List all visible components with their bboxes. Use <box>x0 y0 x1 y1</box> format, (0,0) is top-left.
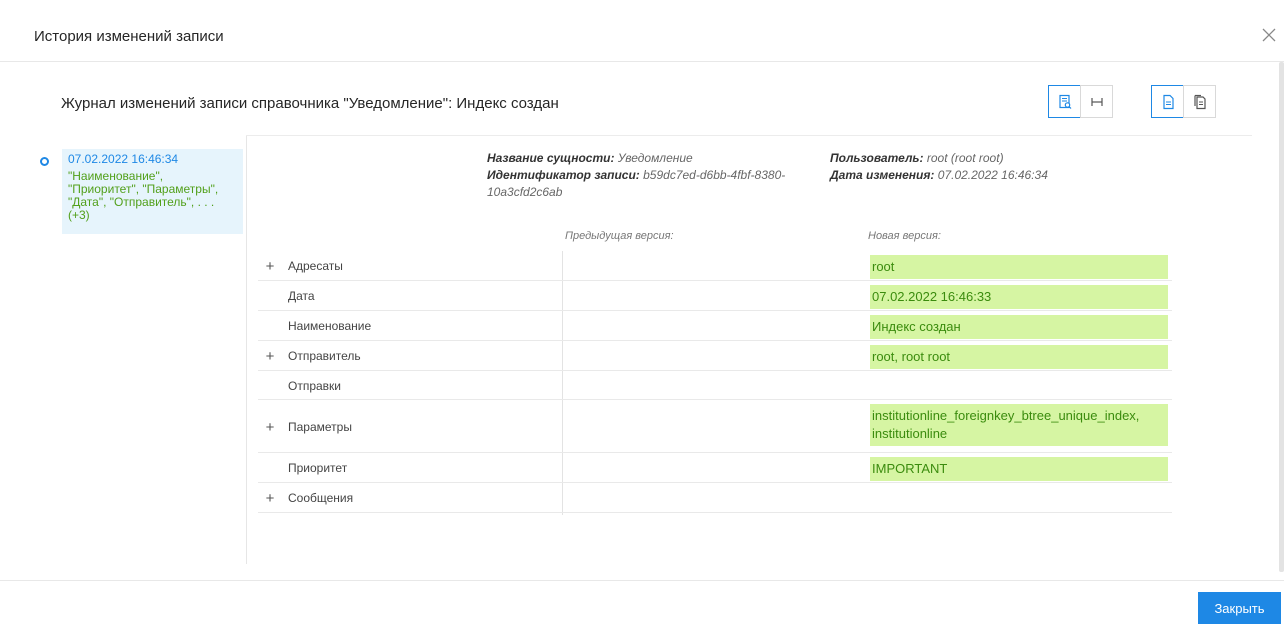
expand-icon[interactable]: + <box>263 259 277 274</box>
timeline-fields: "Наименование", "Приоритет", "Параметры"… <box>68 169 219 222</box>
entity-value: Уведомление <box>614 151 693 165</box>
new-value: Индекс создан <box>870 315 1168 339</box>
column-header-new: Новая версия: <box>868 230 941 242</box>
field-label: Параметры <box>288 419 352 434</box>
table-row: + Сообщения <box>258 483 1172 513</box>
field-label: Наименование <box>288 319 372 333</box>
dialog-footer: Закрыть <box>0 580 1284 624</box>
user-value: root (root root) <box>923 151 1004 165</box>
table-row: Отправки <box>258 371 1172 400</box>
entity-label: Название сущности: <box>487 151 615 165</box>
timeline-dot-icon <box>40 157 49 166</box>
new-value: IMPORTANT <box>870 457 1168 481</box>
scrollbar[interactable] <box>1279 62 1284 572</box>
close-button[interactable]: Закрыть <box>1198 592 1281 624</box>
dialog-title: История изменений записи <box>34 28 224 45</box>
table-row: + Отправитель root, root root <box>258 341 1172 371</box>
field-label: Дата <box>288 289 315 303</box>
compare-mode-toolbar <box>1151 85 1216 118</box>
divider <box>246 136 247 564</box>
new-value: institutionline_foreignkey_btree_unique_… <box>870 404 1168 446</box>
history-dialog: История изменений записи Журнал изменени… <box>0 0 1284 624</box>
document-search-icon[interactable] <box>1048 85 1081 118</box>
record-id-label: Идентификатор записи: <box>487 168 640 182</box>
column-header-previous: Предыдущая версия: <box>565 230 674 242</box>
close-icon[interactable] <box>1259 25 1279 45</box>
field-label: Отправитель <box>288 349 361 363</box>
timeline-date: 07.02.2022 16:46:34 <box>68 152 179 166</box>
view-mode-toolbar <box>1048 85 1113 118</box>
expand-icon[interactable]: + <box>263 491 277 506</box>
document-text-icon[interactable] <box>1151 85 1184 118</box>
record-meta-left: Название сущности: Уведомление Идентифик… <box>487 150 832 201</box>
expand-icon[interactable]: + <box>263 349 277 364</box>
divider <box>246 135 1252 136</box>
journal-title: Журнал изменений записи справочника "Уве… <box>61 95 559 112</box>
table-row: Дата 07.02.2022 16:46:33 <box>258 281 1172 311</box>
new-value: root, root root <box>870 345 1168 369</box>
table-row: + Адресаты root <box>258 251 1172 281</box>
column-width-icon[interactable] <box>1080 85 1113 118</box>
field-label: Отправки <box>288 378 342 393</box>
changed-value: 07.02.2022 16:46:34 <box>934 168 1048 182</box>
record-meta-right: Пользователь: root (root root) Дата изме… <box>830 150 1130 184</box>
dialog-body: Журнал изменений записи справочника "Уве… <box>0 62 1284 580</box>
table-row: Приоритет IMPORTANT <box>258 453 1172 483</box>
timeline-item[interactable]: 07.02.2022 16:46:34 "Наименование", "При… <box>62 149 243 234</box>
documents-compare-icon[interactable] <box>1183 85 1216 118</box>
field-label: Сообщения <box>288 491 354 505</box>
table-row: Наименование Индекс создан <box>258 311 1172 341</box>
expand-icon[interactable]: + <box>263 420 277 435</box>
changed-label: Дата изменения: <box>830 168 935 182</box>
field-label: Адресаты <box>288 259 343 273</box>
new-value: 07.02.2022 16:46:33 <box>870 285 1168 309</box>
table-row: + Параметры institutionline_foreignkey_btr… <box>258 400 1172 453</box>
dialog-header: История изменений записи <box>0 10 1284 62</box>
user-label: Пользователь: <box>830 151 924 165</box>
new-value: root <box>870 255 1168 279</box>
field-label: Приоритет <box>288 461 348 475</box>
